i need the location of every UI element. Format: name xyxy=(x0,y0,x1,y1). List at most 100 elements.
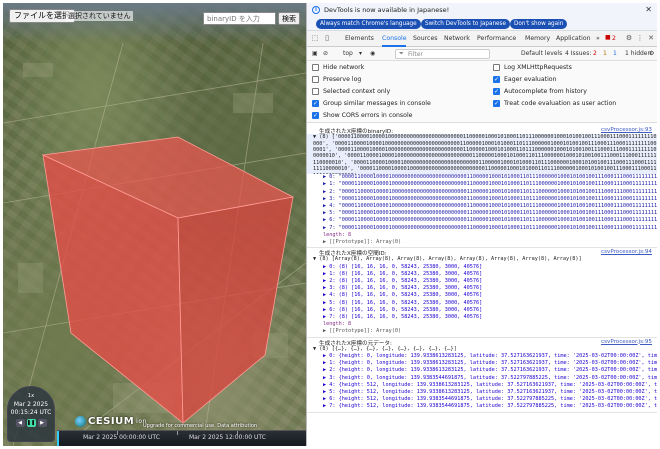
checkbox[interactable] xyxy=(312,76,319,83)
cesium-viewer[interactable]: ファイルを選択 選択されていません 検索 1x Mar 2 2025 00:15… xyxy=(3,3,306,446)
more-tabs-icon[interactable]: » xyxy=(596,35,600,42)
error-badge-icon[interactable]: ■ xyxy=(605,34,611,41)
log-item[interactable]: ▶ 7: (8) [16, 16, 16, 0, 58243, 25380, 3… xyxy=(307,314,657,320)
setting-group-similar-messages-in-console[interactable]: ✓ Group similar messages in console xyxy=(312,100,431,107)
dont-show-again-button[interactable]: Don't show again xyxy=(510,19,568,29)
log-item[interactable]: ▶ 6: {height: 512, longitude: 139.938354… xyxy=(307,396,657,402)
always-match-language-button[interactable]: Always match Chrome's language xyxy=(316,19,421,29)
log-item[interactable]: ▶ 5: "0000110000100001000000000000000000… xyxy=(307,210,657,216)
search-button[interactable]: 検索 xyxy=(278,12,300,25)
tab-memory[interactable]: Memory xyxy=(525,35,550,42)
log-item[interactable]: ▶ 4: (8) [16, 16, 16, 0, 58243, 25380, 3… xyxy=(307,292,657,298)
log-preview[interactable]: ▼ (8) [Array(8), Array(8), Array(8), Arr… xyxy=(307,256,657,262)
log-item[interactable]: ▶ 2: "0000110000100001000000000000000000… xyxy=(307,189,657,195)
log-item[interactable]: ▶ 4: "0000110000100001000000000000000000… xyxy=(307,203,657,209)
tab-network[interactable]: Network xyxy=(444,35,470,42)
log-item[interactable]: ▶ 3: "0000110000100001000000000000000000… xyxy=(307,196,657,202)
log-item[interactable]: ▶ 6: (8) [16, 16, 16, 0, 58243, 25380, 3… xyxy=(307,307,657,313)
data-attribution-link[interactable]: Data attribution xyxy=(217,423,257,429)
log-item[interactable]: ▶ 1: (8) [16, 16, 16, 0, 58243, 25380, 3… xyxy=(307,271,657,277)
pause-button[interactable]: ❚❚ xyxy=(26,419,36,427)
checkbox[interactable]: ✓ xyxy=(493,76,500,83)
reverse-button[interactable]: ◀ xyxy=(15,419,25,427)
checkbox[interactable]: ✓ xyxy=(312,100,319,107)
setting-autocomplete-from-history[interactable]: ✓ Autocomplete from history xyxy=(493,88,587,95)
credits[interactable]: Upgrade for commercial use. Data attribu… xyxy=(143,423,257,429)
log-item[interactable]: ▶ 0: "0000110000100001000000000000000000… xyxy=(307,174,657,180)
log-item[interactable]: ▶ 3: {height: 0, longitude: 139.93835446… xyxy=(307,375,657,381)
switch-to-japanese-button[interactable]: Switch DevTools to Japanese xyxy=(421,19,511,29)
file-status-text: 選択されていません xyxy=(66,11,133,21)
eye-icon[interactable]: ◉ xyxy=(370,50,375,57)
binary-id-input[interactable] xyxy=(203,12,276,25)
tab-console[interactable]: Console xyxy=(382,35,407,42)
devtools-panel: i DevTools is now available in Japanese!… xyxy=(306,3,657,446)
log-item[interactable]: ▶ 6: "0000110000100001000000000000000000… xyxy=(307,217,657,223)
log-prototype[interactable]: ▶ [[Prototype]]: Array(0) xyxy=(307,328,657,334)
log-item[interactable]: ▶ 3: (8) [16, 16, 16, 0, 58243, 25380, 3… xyxy=(307,285,657,291)
log-preview[interactable]: ▼ (8) [{…}, {…}, {…}, {…}, {…}, {…}, {…}… xyxy=(307,346,657,352)
close-icon[interactable]: ✕ xyxy=(645,5,652,14)
checkbox[interactable]: ✓ xyxy=(312,112,319,119)
log-item[interactable]: ▶ 2: {height: 0, longitude: 139.93386132… xyxy=(307,367,657,373)
log-prototype[interactable]: ▶ [[Prototype]]: Array(0) xyxy=(307,239,657,245)
filter-input[interactable]: Filter xyxy=(395,49,490,59)
setting-eager-evaluation[interactable]: ✓ Eager evaluation xyxy=(493,76,557,83)
animation-widget[interactable]: 1x Mar 2 2025 00:15:24 UTC ◀ ❚❚ ▶ xyxy=(7,386,55,442)
issues-label[interactable]: 4 Issues: xyxy=(565,50,591,57)
log-source-link[interactable]: csvProcessor.js:93 xyxy=(601,127,652,133)
log-item[interactable]: ▶ 5: (8) [16, 16, 16, 0, 58243, 25380, 3… xyxy=(307,300,657,306)
sidebar-toggle-icon[interactable]: ▣ xyxy=(312,50,318,57)
checkbox[interactable]: ✓ xyxy=(493,88,500,95)
setting-preserve-log[interactable]: Preserve log xyxy=(312,76,361,83)
console-settings-gear-icon[interactable]: ⚙ xyxy=(649,50,654,57)
checkbox[interactable]: ✓ xyxy=(493,100,500,107)
log-item[interactable]: ▶ 0: {height: 0, longitude: 139.93386132… xyxy=(307,353,657,359)
log-item[interactable]: ▶ 1: {height: 0, longitude: 139.93386132… xyxy=(307,360,657,366)
chevron-down-icon[interactable]: ▾ xyxy=(359,50,362,57)
timeline-cursor[interactable] xyxy=(57,431,59,446)
info-icon: i xyxy=(312,6,320,14)
play-button[interactable]: ▶ xyxy=(37,419,47,427)
upgrade-link[interactable]: Upgrade for commercial use. xyxy=(143,423,216,429)
log-item[interactable]: ▶ 5: {height: 512, longitude: 139.933861… xyxy=(307,389,657,395)
log-item[interactable]: ▶ 4: {height: 512, longitude: 139.933861… xyxy=(307,382,657,388)
tab-application[interactable]: Application xyxy=(556,35,591,42)
setting-show-cors-errors-in-console[interactable]: ✓ Show CORS errors in console xyxy=(312,112,412,119)
settings-gear-icon[interactable]: ⚙ xyxy=(625,34,633,42)
checkbox[interactable] xyxy=(312,88,319,95)
log-source-link[interactable]: csvProcessor.js:95 xyxy=(601,339,652,345)
checkbox[interactable] xyxy=(493,64,500,71)
log-item[interactable]: ▶ 0: (8) [16, 16, 16, 0, 58243, 25380, 3… xyxy=(307,264,657,270)
setting-hide-network[interactable]: Hide network xyxy=(312,64,364,71)
log-item[interactable]: ▶ 1: "0000110000100001000000000000000000… xyxy=(307,181,657,187)
devtools-tabs: ⬚ ▯ Elements Console Sources Network Per… xyxy=(307,31,657,47)
clear-console-icon[interactable]: ⊘ xyxy=(323,50,328,57)
clock-date: Mar 2 2025 xyxy=(13,401,49,408)
close-devtools-icon[interactable]: ✕ xyxy=(647,34,655,42)
log-source-link[interactable]: csvProcessor.js:94 xyxy=(601,249,652,255)
context-selector[interactable]: top xyxy=(343,50,353,57)
filter-icon: ⏷ xyxy=(399,50,404,57)
kebab-menu-icon[interactable]: ⋮ xyxy=(636,34,644,42)
setting-log-xmlhttprequests[interactable]: Log XMLHttpRequests xyxy=(493,64,572,71)
device-toolbar-icon[interactable]: ▯ xyxy=(323,34,331,42)
log-item[interactable]: ▶ 7: "0000110000100001000000000000000000… xyxy=(307,225,657,231)
log-item[interactable]: ▶ 7: {height: 512, longitude: 139.938354… xyxy=(307,403,657,409)
cesium-logo[interactable]: CESIUM ion xyxy=(75,416,147,427)
tab-performance[interactable]: Performance xyxy=(477,35,516,42)
setting-selected-context-only[interactable]: Selected context only xyxy=(312,88,390,95)
spatial-id-box[interactable] xyxy=(41,136,295,424)
log-levels-dropdown[interactable]: Default levels xyxy=(521,50,562,57)
setting-treat-code-evaluation-as-user-action[interactable]: ✓ Treat code evaluation as user action xyxy=(493,100,616,107)
console-output[interactable]: 生成されたX座標のbinaryID: csvProcessor.js:93 ▼ (8… xyxy=(307,123,657,446)
checkbox[interactable] xyxy=(312,64,319,71)
console-toolbar: ▣ ⊘ top ▾ ◉ Filter ⏷ Default levels 4 Is… xyxy=(307,47,657,61)
timeline[interactable]: Mar 2 2025 00:00:00 UTC Mar 2 2025 12:00… xyxy=(57,430,306,446)
window: ファイルを選択 選択されていません 検索 1x Mar 2 2025 00:15… xyxy=(3,3,657,446)
log-item[interactable]: ▶ 2: (8) [16, 16, 16, 0, 58243, 25380, 3… xyxy=(307,278,657,284)
tab-elements[interactable]: Elements xyxy=(345,35,374,42)
inspect-icon[interactable]: ⬚ xyxy=(311,34,319,42)
log-preview[interactable]: ▼ (8) ['00001100001000010000000000000000… xyxy=(307,134,657,175)
tab-sources[interactable]: Sources xyxy=(413,35,437,42)
